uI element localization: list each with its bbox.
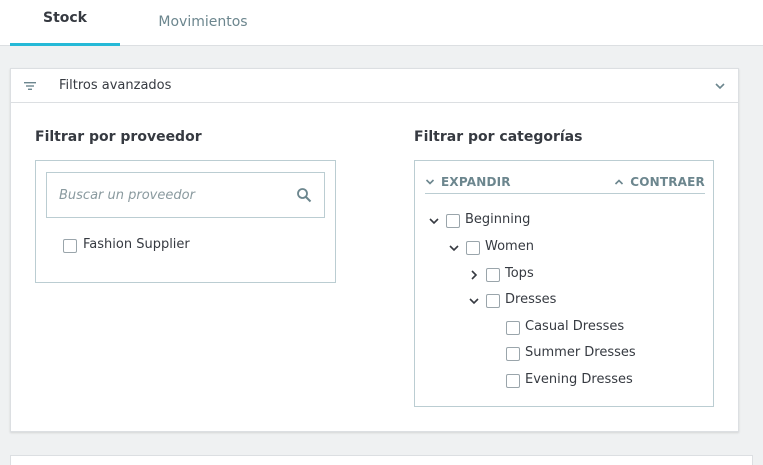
supplier-filter-panel: Fashion Supplier: [35, 160, 336, 283]
category-checkbox-dresses[interactable]: [486, 294, 500, 308]
chevron-down-icon[interactable]: [714, 80, 726, 92]
filter-list-icon: [24, 82, 36, 90]
category-label-tops: Tops: [505, 266, 534, 281]
supplier-checkbox[interactable]: [63, 239, 77, 253]
supplier-search-input[interactable]: [47, 173, 287, 217]
supplier-label: Fashion Supplier: [83, 237, 190, 252]
content-panel-edge: [10, 455, 753, 465]
collapse-all-label: CONTRAER: [630, 175, 705, 189]
collapse-all-button[interactable]: CONTRAER: [614, 175, 705, 189]
category-checkbox-casual-dresses[interactable]: [506, 321, 520, 335]
category-label-dresses: Dresses: [505, 292, 557, 307]
category-checkbox-summer-dresses[interactable]: [506, 347, 520, 361]
category-label-casual-dresses: Casual Dresses: [525, 319, 625, 334]
category-checkbox-tops[interactable]: [486, 268, 500, 282]
chevron-down-icon[interactable]: [448, 242, 460, 254]
advanced-filters-card: Filtros avanzados Filtrar por proveedor …: [10, 68, 739, 432]
chevron-down-icon: [425, 179, 435, 185]
category-checkbox-women[interactable]: [466, 241, 480, 255]
advanced-filters-header[interactable]: Filtros avanzados: [11, 69, 738, 103]
chevron-down-icon[interactable]: [468, 295, 480, 307]
category-filter-title: Filtrar por categorías: [414, 129, 583, 145]
tree-controls: EXPANDIR CONTRAER: [425, 173, 705, 194]
tab-bar: Stock Movimientos: [0, 0, 763, 46]
expand-all-button[interactable]: EXPANDIR: [425, 175, 511, 189]
tab-stock[interactable]: Stock: [10, 0, 120, 46]
chevron-right-icon[interactable]: [468, 269, 480, 281]
chevron-up-icon: [615, 179, 624, 185]
category-label-women: Women: [485, 239, 534, 254]
category-label-evening-dresses: Evening Dresses: [525, 372, 633, 387]
chevron-down-icon[interactable]: [428, 215, 440, 227]
category-label-beginning: Beginning: [465, 212, 531, 227]
expand-all-label: EXPANDIR: [441, 175, 511, 189]
category-checkbox-beginning[interactable]: [446, 214, 460, 228]
supplier-filter-title: Filtrar por proveedor: [35, 129, 202, 145]
supplier-search-box: [46, 172, 325, 218]
category-label-summer-dresses: Summer Dresses: [525, 345, 636, 360]
category-checkbox-evening-dresses[interactable]: [506, 374, 520, 388]
tab-movimientos[interactable]: Movimientos: [150, 0, 256, 46]
search-icon[interactable]: [296, 187, 312, 203]
category-filter-panel: EXPANDIR CONTRAER Beginning Women Tops D…: [414, 160, 714, 407]
advanced-filters-title: Filtros avanzados: [59, 78, 172, 93]
